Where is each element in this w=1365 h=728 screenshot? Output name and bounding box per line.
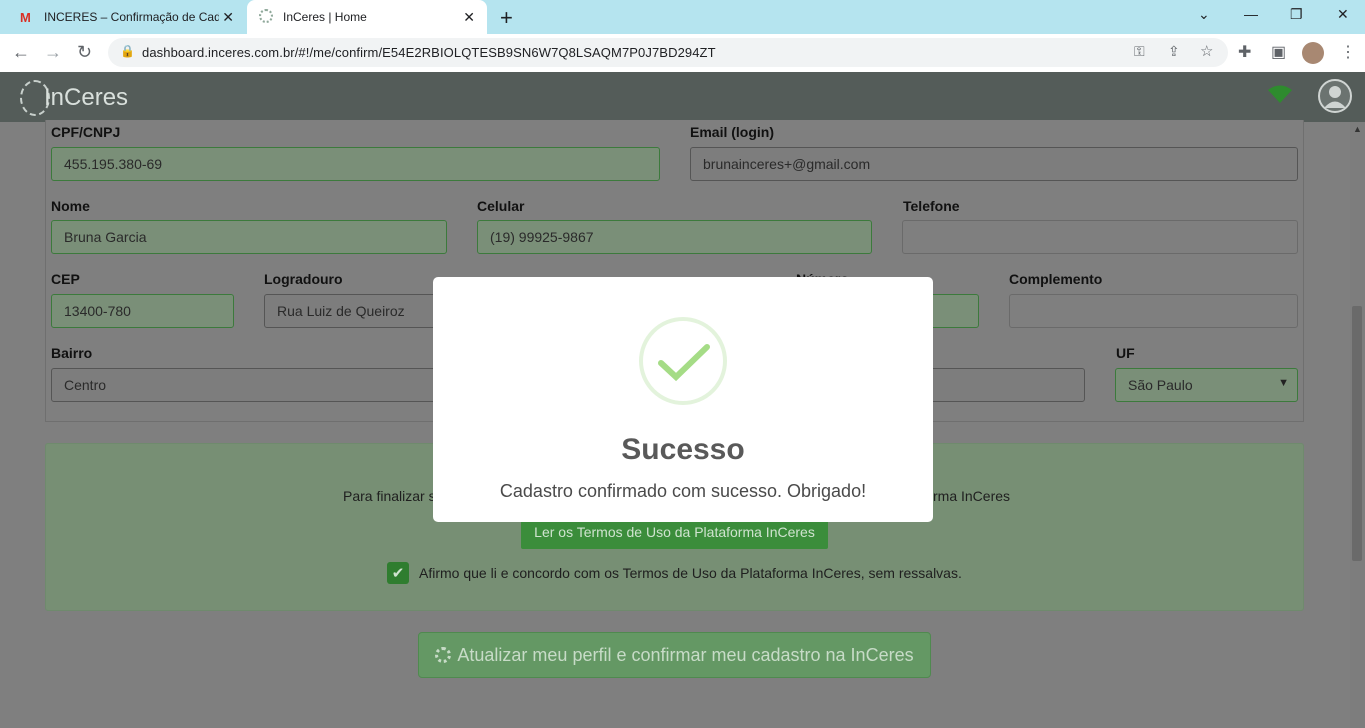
cpf-label: CPF/CNPJ	[51, 124, 121, 140]
uf-label: UF	[1116, 345, 1135, 361]
app-header: InCeres	[0, 72, 1365, 122]
celular-label: Celular	[477, 198, 525, 214]
close-window-icon[interactable]: ✕	[1337, 6, 1349, 23]
uf-select[interactable]: São Paulo ▼	[1115, 368, 1298, 402]
omnibox[interactable]: 🔒 dashboard.inceres.com.br/#!/me/confirm…	[108, 38, 1228, 67]
tab-gmail[interactable]: M INCERES – Confirmação de Cada ✕	[8, 0, 246, 34]
check-icon: ✔	[391, 565, 405, 582]
cpf-input[interactable]: 455.195.380-69	[51, 147, 660, 181]
close-icon[interactable]: ✕	[222, 9, 234, 26]
tab-title: InCeres | Home	[283, 10, 367, 24]
telefone-input[interactable]	[902, 220, 1298, 254]
url-text[interactable]: dashboard.inceres.com.br/#!/me/confirm/E…	[142, 45, 716, 60]
chevron-down-icon: ▼	[1278, 377, 1289, 389]
forward-icon[interactable]: →	[44, 42, 62, 63]
logradouro-label: Logradouro	[264, 271, 343, 287]
share-icon[interactable]: ⇪	[1168, 43, 1180, 60]
nome-label: Nome	[51, 198, 90, 214]
cep-input[interactable]: 13400-780	[51, 294, 234, 328]
agree-text: Afirmo que li e concordo com os Termos d…	[419, 565, 962, 581]
complemento-label: Complemento	[1009, 271, 1103, 287]
close-icon[interactable]: ✕	[463, 9, 475, 26]
complemento-input[interactable]	[1009, 294, 1298, 328]
terms-intro-right: rma InCeres	[933, 488, 1011, 504]
uf-selected-value: São Paulo	[1128, 377, 1193, 393]
spinner-icon	[435, 647, 452, 663]
telefone-label: Telefone	[903, 198, 960, 214]
reload-icon[interactable]: ↻	[77, 42, 92, 63]
key-icon[interactable]: ⚿	[1134, 43, 1145, 60]
extensions-icon[interactable]: ✚	[1238, 42, 1251, 62]
email-input[interactable]: brunainceres+@gmail.com	[690, 147, 1298, 181]
star-icon[interactable]: ☆	[1200, 42, 1213, 60]
minimize-icon[interactable]: —	[1244, 6, 1258, 22]
success-modal: Sucesso Cadastro confirmado com sucesso.…	[433, 277, 933, 522]
new-tab-button[interactable]: +	[500, 5, 513, 31]
terms-intro-left: Para finalizar s	[343, 488, 436, 504]
confirm-profile-button[interactable]: Atualizar meu perfil e confirmar meu cad…	[418, 632, 931, 678]
back-icon[interactable]: ←	[12, 42, 30, 63]
inceres-logo[interactable]: InCeres	[20, 78, 150, 118]
agree-checkbox[interactable]: ✔	[387, 562, 409, 584]
tab-search-icon[interactable]: ⌄	[1198, 6, 1210, 23]
tab-title: INCERES – Confirmação de Cada	[44, 10, 219, 24]
modal-title: Sucesso	[621, 433, 745, 466]
tab-inceres-home[interactable]: InCeres | Home ✕	[247, 0, 487, 34]
nome-input[interactable]: Bruna Garcia	[51, 220, 447, 254]
lock-icon: 🔒	[120, 44, 135, 58]
connection-wifi-icon	[1268, 85, 1292, 103]
email-label: Email (login)	[690, 124, 774, 140]
logo-text: InCeres	[44, 84, 129, 111]
browser-tab-bar: M INCERES – Confirmação de Cada ✕ InCere…	[0, 0, 1365, 34]
confirm-profile-label: Atualizar meu perfil e confirmar meu cad…	[457, 644, 914, 665]
inceres-icon	[259, 9, 273, 23]
celular-input[interactable]: (19) 99925-9867	[477, 220, 872, 254]
success-check-icon	[639, 317, 727, 405]
bairro-label: Bairro	[51, 345, 93, 361]
scrollbar-thumb[interactable]	[1352, 306, 1362, 561]
modal-message: Cadastro confirmado com sucesso. Obrigad…	[499, 481, 867, 501]
profile-avatar-icon[interactable]	[1302, 42, 1324, 64]
restore-icon[interactable]: ❐	[1290, 6, 1303, 23]
gmail-icon: M	[20, 10, 31, 25]
menu-icon[interactable]: ⋮	[1340, 42, 1356, 62]
scroll-up-icon[interactable]: ▲	[1353, 124, 1362, 134]
user-avatar-icon[interactable]	[1318, 79, 1352, 113]
sidepanel-icon[interactable]: ▣	[1271, 42, 1286, 62]
address-bar-row: ← → ↻ 🔒 dashboard.inceres.com.br/#!/me/c…	[0, 34, 1365, 72]
cep-label: CEP	[51, 271, 80, 287]
